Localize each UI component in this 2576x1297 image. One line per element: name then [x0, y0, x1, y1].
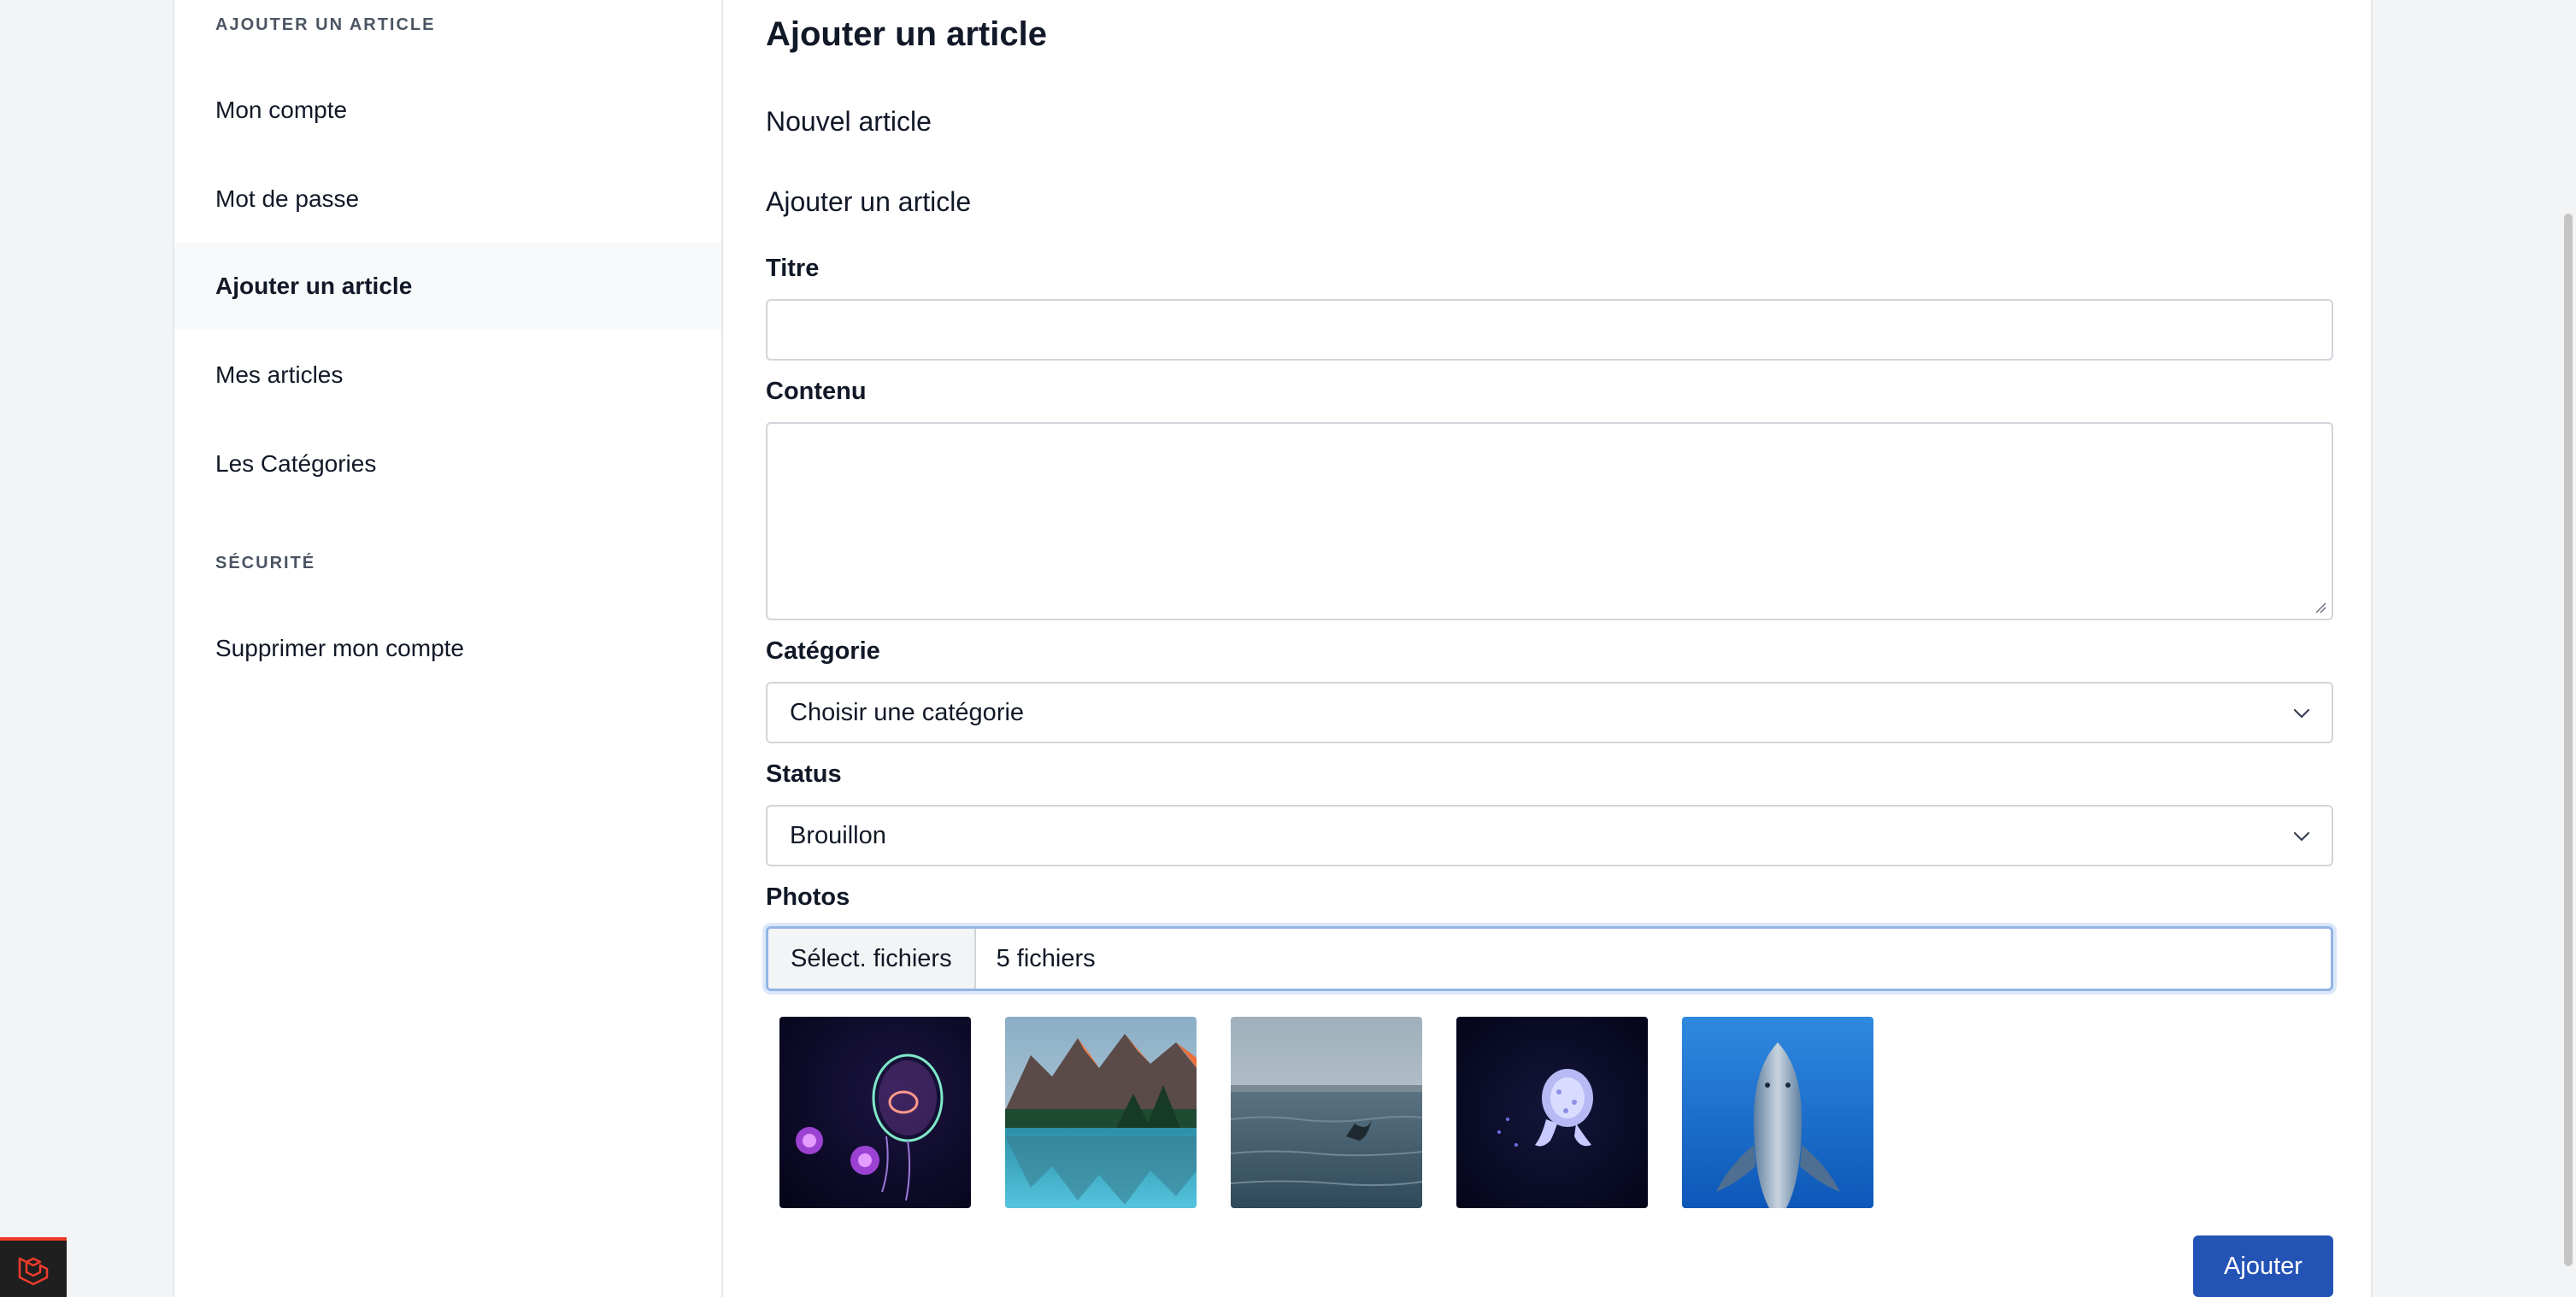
form-title: Ajouter un article — [766, 186, 972, 217]
sidebar-item-mot-de-passe[interactable]: Mot de passe — [174, 156, 721, 243]
thumbnail-jellyfish-white — [1456, 1017, 1648, 1208]
status-select[interactable]: Brouillon — [766, 805, 2333, 866]
file-count-text: 5 fichiers — [996, 944, 1096, 972]
categorie-select-value: Choisir une catégorie — [790, 698, 1025, 726]
titre-input[interactable] — [766, 299, 2333, 361]
status-select-value: Brouillon — [790, 821, 886, 849]
status-label: Status — [766, 760, 842, 788]
sidebar-item-supprimer-compte[interactable]: Supprimer mon compte — [174, 605, 721, 692]
thumbnail-whale-tail — [1231, 1017, 1422, 1208]
sidebar-item-mes-articles[interactable]: Mes articles — [174, 332, 721, 419]
chevron-down-icon — [2293, 831, 2310, 842]
page: AJOUTER UN ARTICLE Mon compte Mot de pas… — [0, 0, 2576, 1297]
thumbnail-dolphin — [1682, 1017, 1873, 1208]
titre-label: Titre — [766, 255, 820, 282]
sidebar: AJOUTER UN ARTICLE Mon compte Mot de pas… — [174, 0, 723, 1297]
categorie-select[interactable]: Choisir une catégorie — [766, 682, 2333, 743]
sidebar-item-categories[interactable]: Les Catégories — [174, 420, 721, 508]
photos-file-input[interactable]: Sélect. fichiers 5 fichiers — [766, 926, 2333, 991]
chevron-down-icon — [2293, 708, 2310, 719]
scrollbar-track[interactable] — [2561, 0, 2576, 1297]
resize-grip-icon[interactable] — [2314, 602, 2326, 613]
categorie-label: Catégorie — [766, 637, 880, 665]
thumbnail-jellyfish-pink — [779, 1017, 971, 1208]
sidebar-item-ajouter-article[interactable]: Ajouter un article — [174, 243, 721, 330]
sidebar-section-security: SÉCURITÉ — [215, 554, 316, 572]
settings-card: AJOUTER UN ARTICLE Mon compte Mot de pas… — [173, 0, 2373, 1297]
laravel-debugbar-icon[interactable] — [0, 1237, 67, 1297]
photos-label: Photos — [766, 883, 850, 911]
thumbnail-mountain-lake — [1005, 1017, 1197, 1208]
contenu-textarea[interactable] — [766, 422, 2333, 620]
ajouter-button[interactable]: Ajouter — [2193, 1235, 2333, 1297]
sidebar-item-mon-compte[interactable]: Mon compte — [174, 67, 721, 154]
select-files-button[interactable]: Sélect. fichiers — [768, 929, 976, 989]
card-header: Nouvel article — [766, 106, 932, 137]
photo-thumbnails — [779, 1017, 1873, 1208]
sidebar-section-article: AJOUTER UN ARTICLE — [215, 15, 436, 34]
scrollbar-thumb[interactable] — [2564, 214, 2573, 1266]
page-title: Ajouter un article — [766, 15, 1047, 53]
contenu-label: Contenu — [766, 378, 867, 405]
